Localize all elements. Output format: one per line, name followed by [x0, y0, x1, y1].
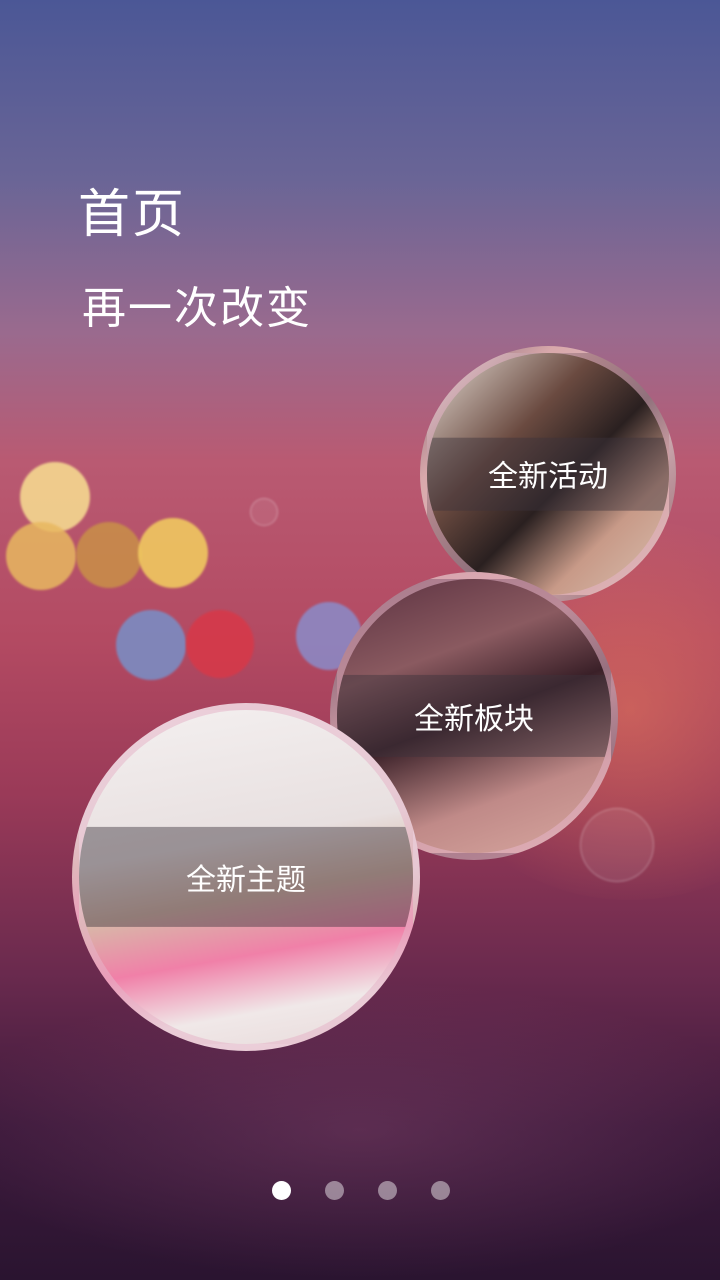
page-subtitle: 再一次改变	[82, 283, 312, 334]
bokeh-light	[138, 518, 208, 588]
bokeh-light	[250, 498, 278, 526]
page-dot-1[interactable]	[272, 1181, 291, 1200]
page-dot-3[interactable]	[378, 1181, 397, 1200]
bokeh-light	[580, 808, 654, 882]
bokeh-light	[186, 610, 254, 678]
page-dot-4[interactable]	[431, 1181, 450, 1200]
page-indicator	[272, 1181, 450, 1200]
feature-label: 全新主题	[79, 826, 413, 928]
bokeh-light	[20, 462, 90, 532]
onboarding-screen[interactable]: 首页 再一次改变 全新活动 全新板块 全新主题	[0, 0, 720, 1280]
page-dot-2[interactable]	[325, 1181, 344, 1200]
feature-circle-themes[interactable]: 全新主题	[72, 703, 420, 1051]
bokeh-light	[116, 610, 186, 680]
feature-label: 全新活动	[427, 437, 669, 511]
city-lights	[0, 980, 720, 1280]
page-title: 首页	[78, 185, 187, 245]
feature-label: 全新板块	[337, 674, 611, 758]
bokeh-light	[6, 522, 76, 590]
bokeh-light	[76, 522, 142, 588]
feature-circle-activities[interactable]: 全新活动	[420, 346, 676, 602]
